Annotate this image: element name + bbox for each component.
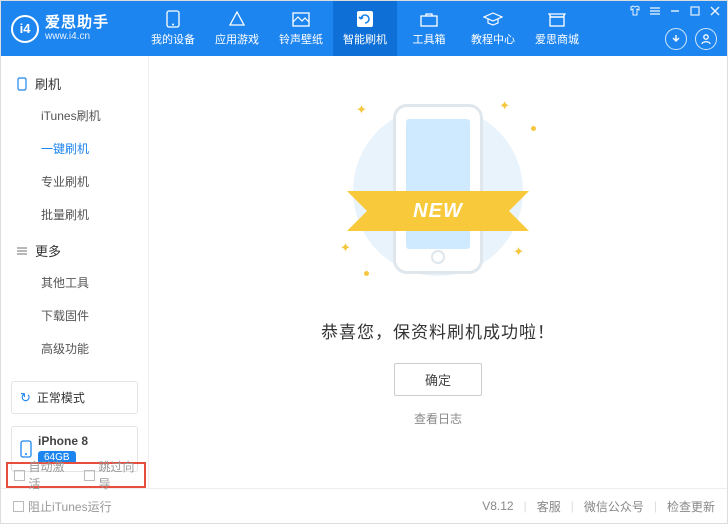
confirm-button[interactable]: 确定 [394,363,482,396]
block-itunes-checkbox[interactable]: 阻止iTunes运行 [13,498,112,515]
sidebar-item-oneclick-flash[interactable]: 一键刷机 [1,132,148,165]
logo-icon: i4 [11,15,39,43]
app-logo: i4 爱思助手 www.i4.cn [11,15,141,43]
skin-icon[interactable] [629,5,641,17]
view-log-link[interactable]: 查看日志 [414,410,462,427]
sparkle-icon: ✦ [513,244,524,260]
auto-activate-checkbox[interactable]: 自动激活 [14,458,74,492]
mode-indicator[interactable]: ↻ 正常模式 [11,381,138,414]
app-name: 爱思助手 [45,15,109,32]
sidebar-group-flash[interactable]: 刷机 [1,68,148,99]
support-link[interactable]: 客服 [537,498,561,515]
top-tabs: 我的设备 应用游戏 铃声壁纸 智能刷机 工具箱 教程中心 爱思商城 [141,1,589,56]
device-icon [15,77,29,91]
success-illustration: ✦ ✦ ✦ ✦ NEW [318,96,558,296]
sidebar-item-advanced[interactable]: 高级功能 [1,332,148,365]
tab-store[interactable]: 爱思商城 [525,1,589,56]
user-icon[interactable] [695,28,717,50]
sidebar-item-pro-flash[interactable]: 专业刷机 [1,165,148,198]
menu-icon[interactable] [649,5,661,17]
minimize-icon[interactable] [669,5,681,17]
sidebar-item-itunes-flash[interactable]: iTunes刷机 [1,99,148,132]
sidebar-item-download-firmware[interactable]: 下载固件 [1,299,148,332]
phone-icon [163,10,183,28]
tutorial-icon [483,10,503,28]
maximize-icon[interactable] [689,5,701,17]
apps-icon [227,10,247,28]
refresh-icon: ↻ [20,390,31,406]
sidebar-group-more[interactable]: 更多 [1,235,148,266]
flash-icon [355,10,375,28]
device-name: iPhone 8 [38,434,88,448]
toolbox-icon [419,10,439,28]
highlighted-options: 自动激活 跳过向导 [6,462,146,488]
app-url: www.i4.cn [45,31,109,42]
status-bar: 阻止iTunes运行 V8.12 | 客服 | 微信公众号 | 检查更新 [1,488,727,523]
wechat-link[interactable]: 微信公众号 [584,498,644,515]
sparkle-icon: ✦ [340,240,351,256]
tab-my-device[interactable]: 我的设备 [141,1,205,56]
download-icon[interactable] [665,28,687,50]
close-icon[interactable] [709,5,721,17]
app-header: i4 爱思助手 www.i4.cn 我的设备 应用游戏 铃声壁纸 智能刷机 工具… [1,1,727,56]
sidebar-item-batch-flash[interactable]: 批量刷机 [1,198,148,231]
tab-apps[interactable]: 应用游戏 [205,1,269,56]
version-text: V8.12 [482,499,513,513]
success-message: 恭喜您，保资料刷机成功啦！ [321,318,555,343]
wallpaper-icon [291,10,311,28]
phone-small-icon [20,440,32,458]
main-panel: ✦ ✦ ✦ ✦ NEW 恭喜您，保资料刷机成功啦！ 确定 查看日志 [149,56,727,488]
check-update-link[interactable]: 检查更新 [667,498,715,515]
store-icon [547,10,567,28]
skip-wizard-checkbox[interactable]: 跳过向导 [84,458,144,492]
tab-tutorials[interactable]: 教程中心 [461,1,525,56]
tab-flash[interactable]: 智能刷机 [333,1,397,56]
sparkle-icon: ✦ [499,98,510,114]
more-icon [15,246,29,256]
sparkle-icon: ✦ [356,102,367,118]
tab-ringtones[interactable]: 铃声壁纸 [269,1,333,56]
new-ribbon: NEW [348,188,528,234]
tab-toolbox[interactable]: 工具箱 [397,1,461,56]
sidebar-item-other-tools[interactable]: 其他工具 [1,266,148,299]
window-controls [629,5,721,17]
sidebar: 刷机 iTunes刷机 一键刷机 专业刷机 批量刷机 更多 其他工具 下载固件 … [1,56,149,488]
